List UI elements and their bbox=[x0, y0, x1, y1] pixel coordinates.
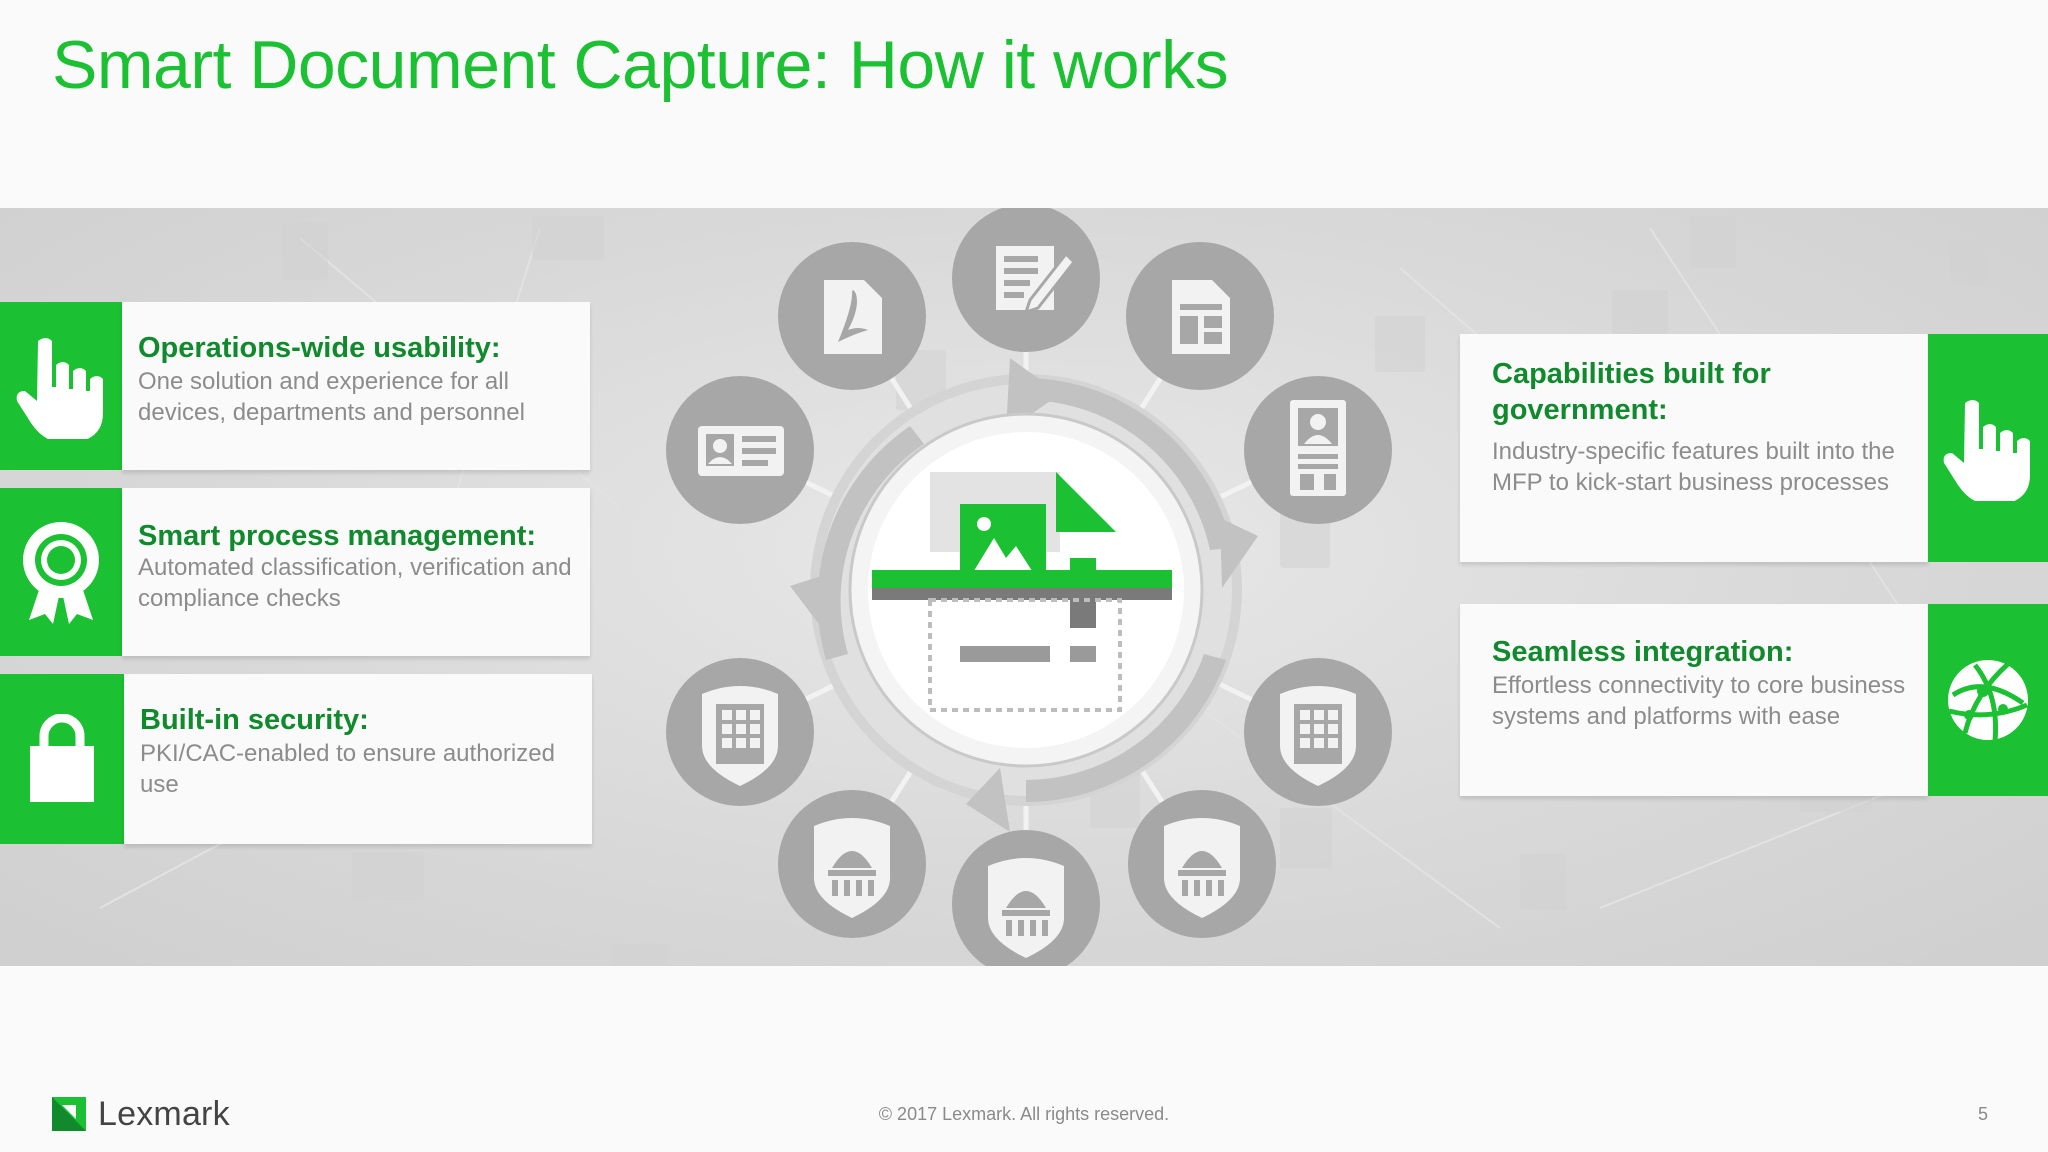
page-number: 5 bbox=[1978, 1104, 1989, 1124]
feature-heading: Capabilities built for government: bbox=[1492, 358, 1771, 426]
padlock-icon bbox=[0, 674, 124, 844]
slide-title: Smart Document Capture: How it works bbox=[52, 27, 1229, 103]
feature-card-government: Capabilities built for government: Indus… bbox=[1460, 334, 2048, 562]
hand-pointer-icon bbox=[1928, 334, 2048, 562]
award-ribbon-icon bbox=[0, 488, 122, 656]
feature-card-integration: Seamless integration: Effortless connect… bbox=[1460, 604, 2048, 796]
feature-card-usability: Operations-wide usability: One solution … bbox=[0, 302, 590, 470]
feature-description: PKI/CAC-enabled to ensure authorized use bbox=[140, 740, 555, 798]
feature-heading: Operations-wide usability: bbox=[138, 332, 501, 364]
feature-description: Effortless connectivity to core business… bbox=[1492, 672, 1906, 730]
id-badge-icon bbox=[1290, 400, 1346, 496]
feature-card-process: Smart process management: Automated clas… bbox=[0, 488, 590, 656]
feature-description: Automated classification, verification a… bbox=[138, 554, 572, 612]
feature-heading: Built-in security: bbox=[140, 704, 369, 736]
illustration-band: Operations-wide usability: One solution … bbox=[0, 208, 2048, 966]
feature-description: Industry-specific features built into th… bbox=[1492, 438, 1895, 496]
globe-network-icon bbox=[1928, 604, 2048, 796]
id-card-icon bbox=[698, 426, 784, 476]
feature-heading: Seamless integration: bbox=[1492, 636, 1794, 668]
feature-description: One solution and experience for all devi… bbox=[138, 368, 525, 426]
hand-pointer-icon bbox=[0, 302, 122, 470]
feature-heading: Smart process management: bbox=[138, 520, 537, 552]
feature-card-security: Built-in security: PKI/CAC-enabled to en… bbox=[0, 674, 592, 844]
copyright-text: © 2017 Lexmark. All rights reserved. bbox=[878, 1104, 1170, 1124]
layout-document-icon bbox=[1172, 280, 1230, 354]
pdf-document-icon bbox=[824, 280, 882, 354]
